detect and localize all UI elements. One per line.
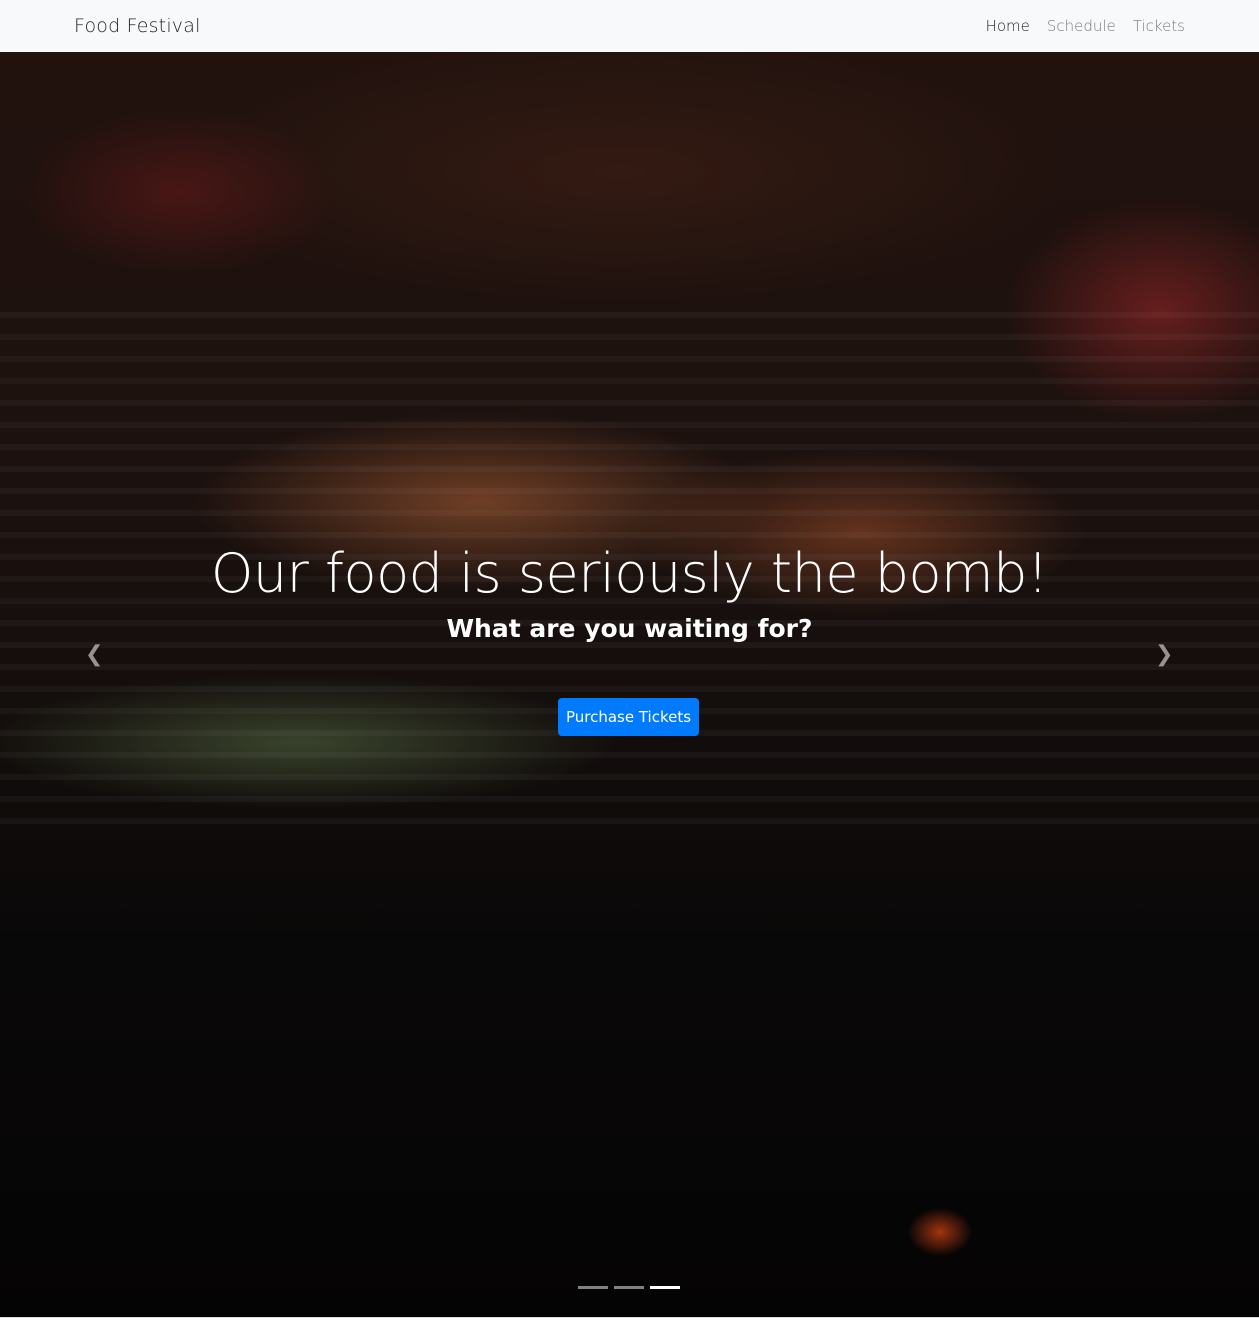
carousel-indicator-2[interactable] bbox=[614, 1286, 644, 1289]
brand-link[interactable]: Food Festival bbox=[74, 15, 201, 37]
chevron-left-icon[interactable]: ❮ bbox=[85, 642, 103, 667]
purchase-tickets-button[interactable]: Purchase Tickets bbox=[558, 698, 699, 736]
nav-schedule[interactable]: Schedule bbox=[1047, 17, 1116, 35]
nav-tickets[interactable]: Tickets bbox=[1133, 17, 1185, 35]
navbar: Food Festival Home Schedule Tickets bbox=[0, 0, 1259, 52]
chevron-right-icon[interactable]: ❯ bbox=[1155, 642, 1173, 667]
carousel-indicator-3[interactable] bbox=[650, 1286, 680, 1289]
hero-subheadline: What are you waiting for? bbox=[446, 614, 813, 643]
page-bottom-edge bbox=[0, 1317, 1259, 1323]
hero-headline: Our food is seriously the bomb! bbox=[210, 542, 1049, 605]
hero-carousel: Our food is seriously the bomb! What are… bbox=[0, 52, 1259, 1317]
nav-home[interactable]: Home bbox=[986, 17, 1030, 35]
nav-links: Home Schedule Tickets bbox=[986, 17, 1185, 35]
carousel-indicator-1[interactable] bbox=[578, 1286, 608, 1289]
carousel-indicators bbox=[578, 1286, 680, 1289]
